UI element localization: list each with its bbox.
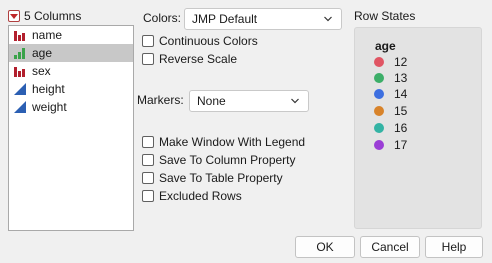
row-states-title: Row States: [354, 9, 416, 23]
column-item-weight[interactable]: weight: [9, 98, 133, 116]
color-or-mark-by-column-dialog: 5 Columns name age sex height weight Col…: [0, 0, 492, 263]
markers-dropdown-value: None: [197, 94, 226, 108]
reverse-scale-checkbox[interactable]: Reverse Scale: [142, 51, 237, 67]
row-states-legend-panel: age 12 13 14 15 16 17: [354, 27, 482, 229]
legend-item-12: 12: [374, 54, 407, 70]
markers-label: Markers:: [137, 93, 184, 107]
legend-item-label: 14: [394, 87, 408, 101]
legend-item-label: 16: [394, 121, 408, 135]
chevron-down-icon: [291, 98, 299, 104]
legend-item-label: 17: [394, 138, 408, 152]
column-item-label: sex: [32, 64, 51, 78]
checkbox-box[interactable]: [142, 154, 154, 166]
cancel-button[interactable]: Cancel: [360, 236, 420, 258]
legend-item-label: 15: [394, 104, 408, 118]
markers-dropdown[interactable]: None: [189, 90, 309, 112]
columns-header: 5 Columns: [8, 9, 81, 23]
legend-dot-icon: [374, 73, 384, 83]
checkbox-box[interactable]: [142, 53, 154, 65]
excluded-rows-checkbox[interactable]: Excluded Rows: [142, 188, 242, 204]
legend-item-label: 12: [394, 55, 408, 69]
legend-item-16: 16: [374, 120, 407, 136]
ok-button[interactable]: OK: [295, 236, 355, 258]
help-button[interactable]: Help: [425, 236, 483, 258]
legend-dot-icon: [374, 89, 384, 99]
column-item-label: height: [32, 82, 65, 96]
red-triangle-menu-icon[interactable]: [8, 10, 20, 22]
legend-item-label: 13: [394, 71, 408, 85]
ordinal-bar-icon: [14, 48, 25, 59]
continuous-colors-checkbox[interactable]: Continuous Colors: [142, 33, 258, 49]
column-item-name[interactable]: name: [9, 26, 133, 44]
legend-item-13: 13: [374, 70, 407, 86]
save-column-property-checkbox[interactable]: Save To Column Property: [142, 152, 296, 168]
legend-dot-icon: [374, 57, 384, 67]
legend-item-15: 15: [374, 103, 407, 119]
legend-item-17: 17: [374, 137, 407, 153]
chevron-down-icon: [324, 16, 332, 22]
column-item-height[interactable]: height: [9, 80, 133, 98]
column-item-sex[interactable]: sex: [9, 62, 133, 80]
legend-dot-icon: [374, 106, 384, 116]
column-item-label: name: [32, 28, 63, 42]
reverse-scale-label: Reverse Scale: [159, 52, 238, 66]
legend-title: age: [375, 39, 396, 53]
save-table-property-label: Save To Table Property: [159, 171, 283, 185]
columns-count-label: 5 Columns: [24, 9, 82, 23]
colors-dropdown-value: JMP Default: [192, 12, 258, 26]
nominal-bar-icon: [14, 31, 25, 41]
legend-dot-icon: [374, 140, 384, 150]
colors-label: Colors:: [143, 11, 182, 25]
legend-item-14: 14: [374, 86, 407, 102]
save-table-property-checkbox[interactable]: Save To Table Property: [142, 170, 283, 186]
column-item-label: age: [32, 46, 53, 60]
make-legend-checkbox[interactable]: Make Window With Legend: [142, 134, 305, 150]
continuous-triangle-icon: [14, 101, 26, 113]
continuous-colors-label: Continuous Colors: [159, 34, 258, 48]
checkbox-box[interactable]: [142, 136, 154, 148]
column-item-label: weight: [32, 100, 67, 114]
legend-dot-icon: [374, 123, 384, 133]
nominal-bar-icon: [14, 67, 25, 77]
column-list[interactable]: name age sex height weight: [8, 25, 134, 231]
make-legend-label: Make Window With Legend: [159, 135, 306, 149]
save-column-property-label: Save To Column Property: [159, 153, 296, 167]
continuous-triangle-icon: [14, 83, 26, 95]
checkbox-box[interactable]: [142, 190, 154, 202]
checkbox-box[interactable]: [142, 172, 154, 184]
checkbox-box[interactable]: [142, 35, 154, 47]
colors-dropdown[interactable]: JMP Default: [184, 8, 342, 30]
column-item-age[interactable]: age: [9, 44, 133, 62]
excluded-rows-label: Excluded Rows: [159, 189, 242, 203]
